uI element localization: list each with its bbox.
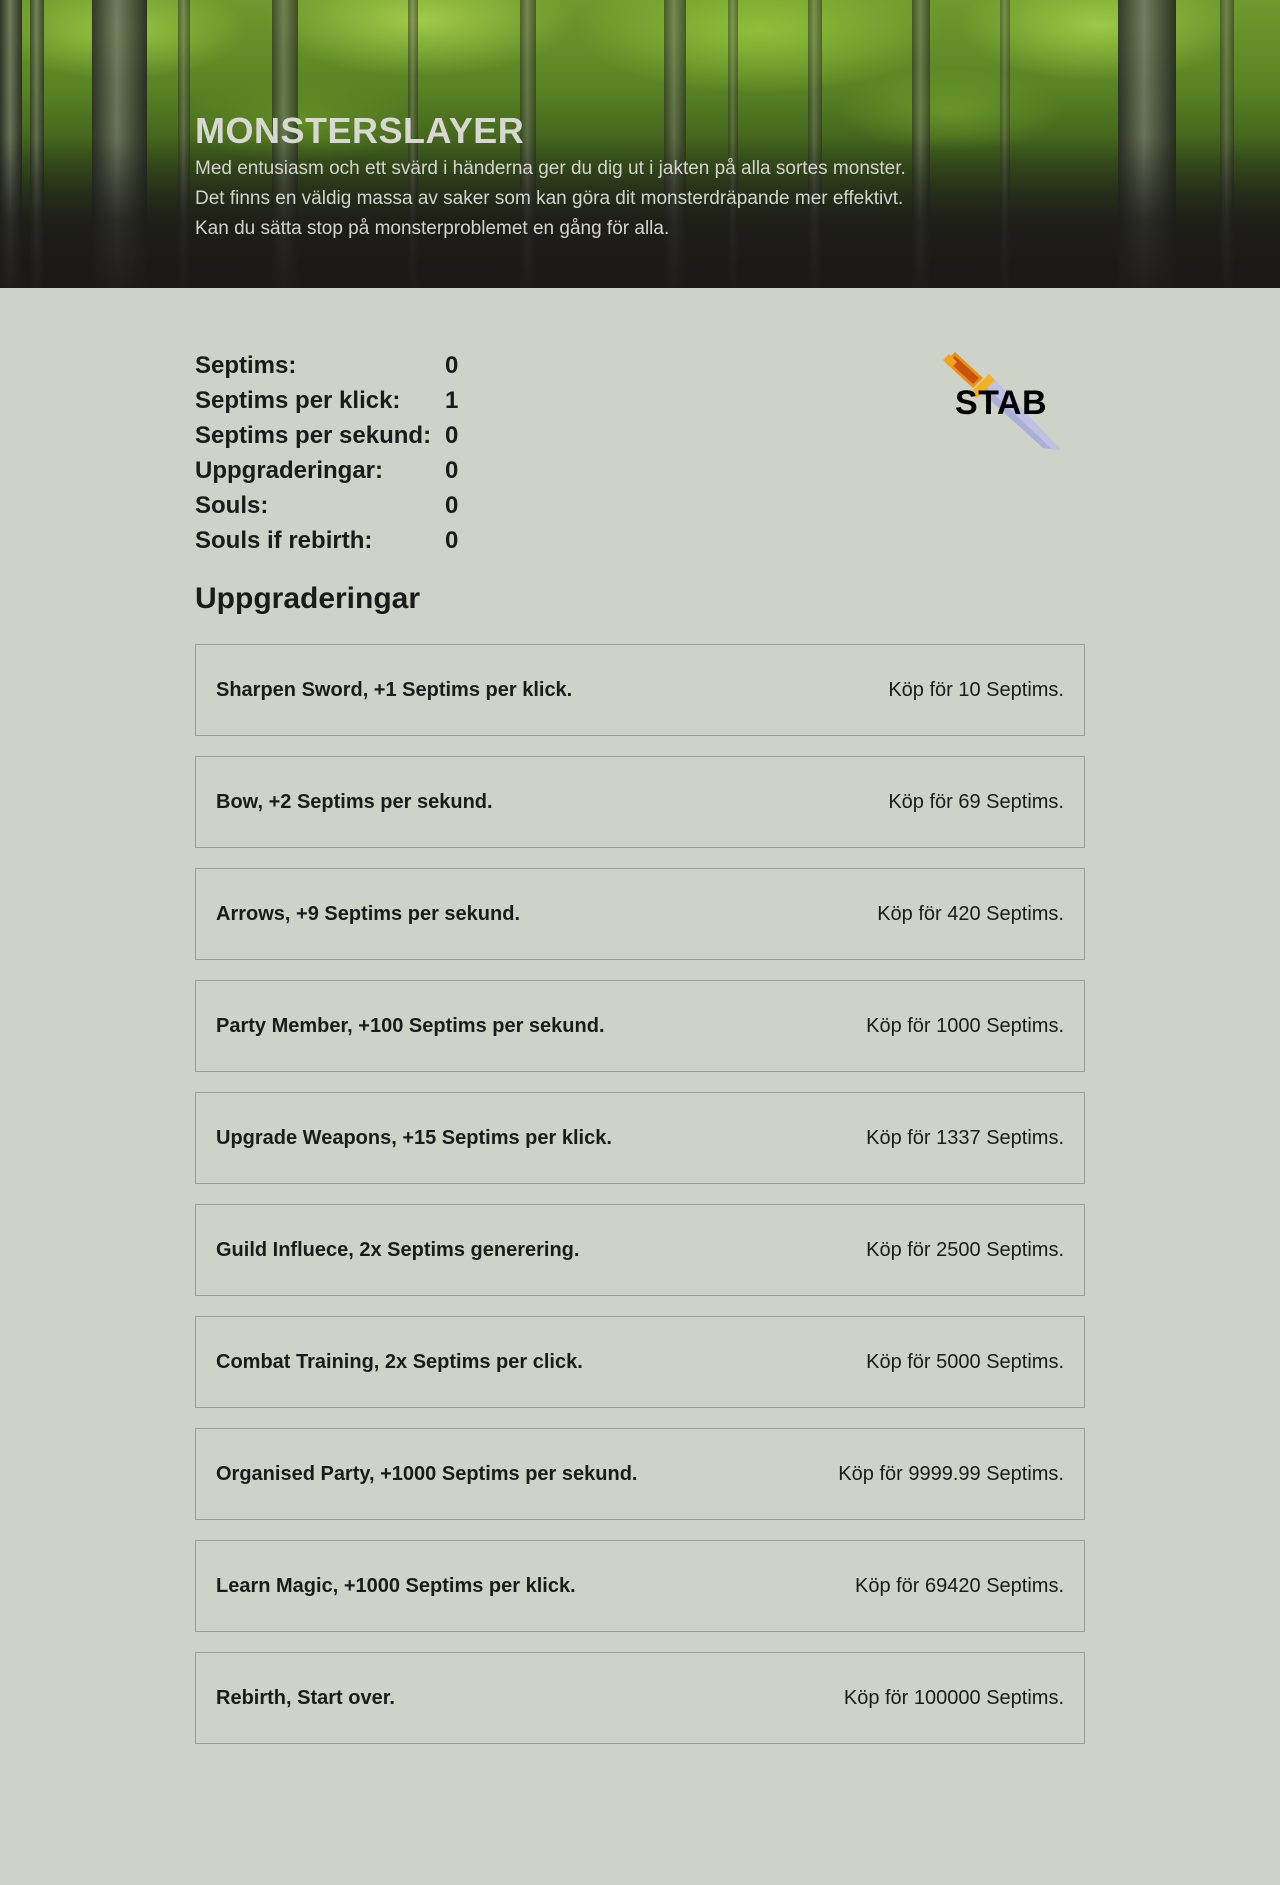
upgrade-name: Learn Magic, +1000 Septims per klick. <box>216 1574 576 1597</box>
upgrade-price: Köp för 100000 Septims. <box>843 1686 1064 1709</box>
upgrade-item-arrows[interactable]: Arrows, +9 Septims per sekund. Köp för 4… <box>195 868 1085 960</box>
stat-row-upgrades: Uppgraderingar: 0 <box>195 453 458 488</box>
description-line: Det finns en väldig massa av saker som k… <box>195 188 904 209</box>
stat-value: 0 <box>445 456 459 484</box>
upgrade-name: Arrows, +9 Septims per sekund. <box>216 902 520 925</box>
stat-value: 0 <box>445 421 459 449</box>
stat-row-septims: Septims: 0 <box>195 348 458 383</box>
upgrade-item-combat-training[interactable]: Combat Training, 2x Septims per click. K… <box>195 1316 1085 1408</box>
description-line: Med entusiasm och ett svärd i händerna g… <box>195 158 906 179</box>
stat-label: Septims per sekund: <box>195 421 432 449</box>
upgrades-heading: Uppgraderingar <box>195 582 421 615</box>
upgrade-item-bow[interactable]: Bow, +2 Septims per sekund. Köp för 69 S… <box>195 756 1085 848</box>
upgrade-price: Köp för 69 Septims. <box>888 790 1064 813</box>
stat-row-souls-if-rebirth: Souls if rebirth: 0 <box>195 523 458 558</box>
upgrade-name: Bow, +2 Septims per sekund. <box>216 790 493 813</box>
upgrade-price: Köp för 1000 Septims. <box>866 1014 1064 1037</box>
hero-banner: MONSTERSLAYER Med entusiasm och ett svär… <box>0 0 1280 288</box>
upgrade-item-organised-party[interactable]: Organised Party, +1000 Septims per sekun… <box>195 1428 1085 1520</box>
upgrade-price: Köp för 9999.99 Septims. <box>838 1462 1064 1485</box>
page-description: Med entusiasm och ett svärd i händerna g… <box>195 154 1095 244</box>
stat-label: Septims per klick: <box>195 386 401 414</box>
upgrade-name: Organised Party, +1000 Septims per sekun… <box>216 1462 638 1485</box>
upgrade-item-upgrade-weapons[interactable]: Upgrade Weapons, +15 Septims per klick. … <box>195 1092 1085 1184</box>
upgrade-price: Köp för 69420 Septims. <box>854 1574 1064 1597</box>
upgrade-item-learn-magic[interactable]: Learn Magic, +1000 Septims per klick. Kö… <box>195 1540 1085 1632</box>
upgrade-price: Köp för 5000 Septims. <box>866 1350 1064 1373</box>
upgrade-name: Rebirth, Start over. <box>216 1686 395 1709</box>
upgrade-name: Party Member, +100 Septims per sekund. <box>216 1014 605 1037</box>
hero-text: MONSTERSLAYER Med entusiasm och ett svär… <box>195 110 1095 244</box>
upgrade-price: Köp för 1337 Septims. <box>866 1126 1064 1149</box>
stab-button[interactable]: STAB <box>941 346 1061 466</box>
stat-value: 0 <box>445 491 459 519</box>
upgrade-name: Combat Training, 2x Septims per click. <box>216 1350 583 1373</box>
stat-value: 0 <box>445 526 459 554</box>
stat-row-septims-per-click: Septims per klick: 1 <box>195 383 458 418</box>
upgrade-item-sharpen-sword[interactable]: Sharpen Sword, +1 Septims per klick. Köp… <box>195 644 1085 736</box>
upgrade-name: Sharpen Sword, +1 Septims per klick. <box>216 678 573 701</box>
stat-row-souls: Souls: 0 <box>195 488 458 523</box>
upgrade-name: Guild Influece, 2x Septims generering. <box>216 1238 580 1261</box>
upgrade-item-guild-influence[interactable]: Guild Influece, 2x Septims generering. K… <box>195 1204 1085 1296</box>
stat-label: Souls if rebirth: <box>195 526 373 554</box>
upgrade-item-rebirth[interactable]: Rebirth, Start over. Köp för 100000 Sept… <box>195 1652 1085 1744</box>
upgrade-name: Upgrade Weapons, +15 Septims per klick. <box>216 1126 612 1149</box>
description-line: Kan du sätta stop på monsterproblemet en… <box>195 218 670 239</box>
upgrade-item-party-member[interactable]: Party Member, +100 Septims per sekund. K… <box>195 980 1085 1072</box>
upgrade-price: Köp för 10 Septims. <box>888 678 1064 701</box>
stat-value: 1 <box>445 386 459 414</box>
stats-panel: Septims: 0 Septims per klick: 1 Septims … <box>195 348 458 558</box>
stat-row-septims-per-second: Septims per sekund: 0 <box>195 418 458 453</box>
stat-label: Septims: <box>195 351 297 379</box>
stat-label: Souls: <box>195 491 269 519</box>
upgrade-price: Köp för 420 Septims. <box>877 902 1064 925</box>
upgrade-list: Sharpen Sword, +1 Septims per klick. Köp… <box>195 644 1085 1764</box>
stab-label: STAB <box>955 384 1048 422</box>
stat-label: Uppgraderingar: <box>195 456 384 484</box>
upgrade-price: Köp för 2500 Septims. <box>866 1238 1064 1261</box>
stat-value: 0 <box>445 351 459 379</box>
page-title: MONSTERSLAYER <box>195 110 525 151</box>
